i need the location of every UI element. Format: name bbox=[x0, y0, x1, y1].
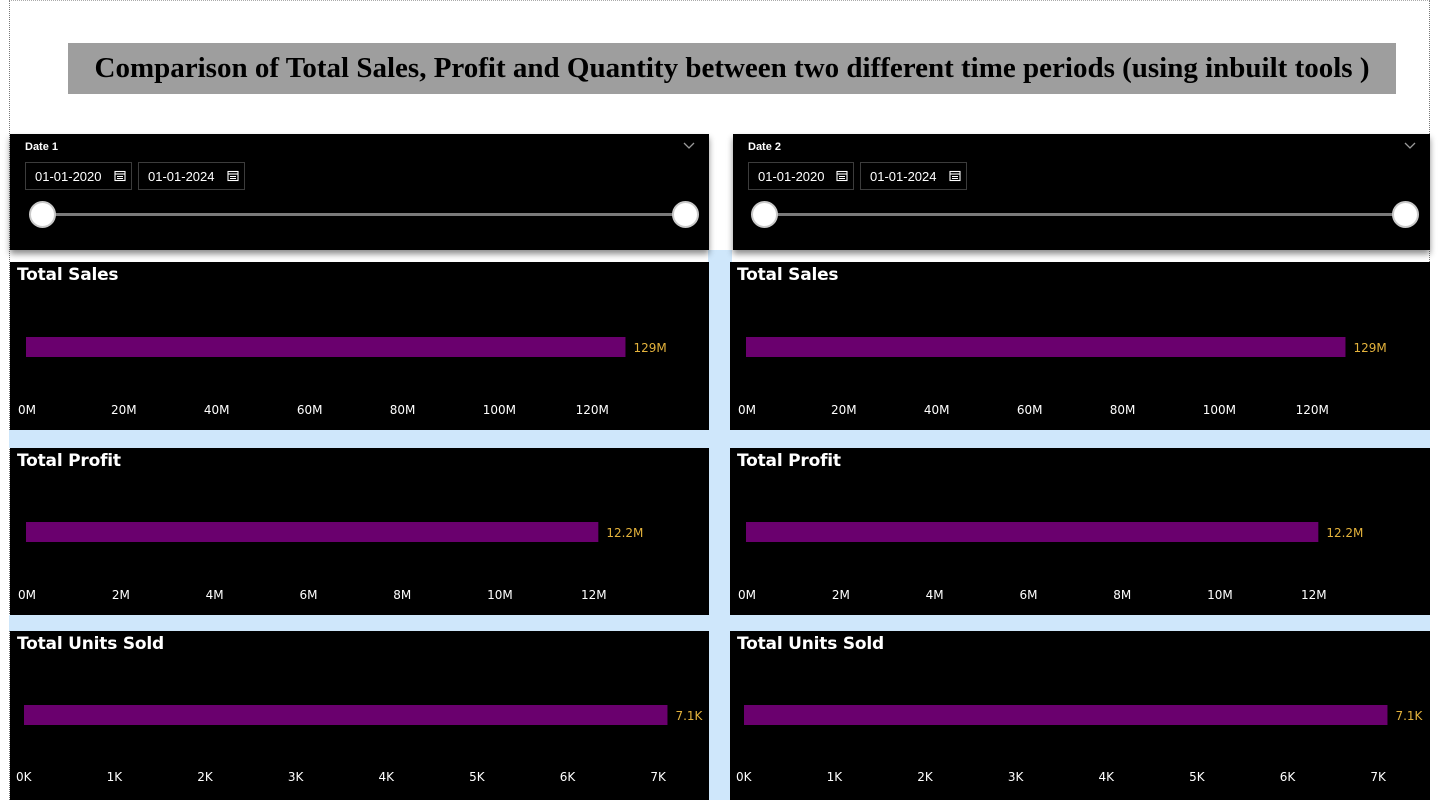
axis-tick-label: 10M bbox=[487, 588, 513, 602]
glow-divider-row2 bbox=[9, 615, 1430, 631]
axis-tick-label: 5K bbox=[1189, 770, 1206, 784]
axis-tick-label: 4K bbox=[379, 770, 396, 784]
axis-tick-label: 7K bbox=[1370, 770, 1387, 784]
chevron-down-icon[interactable] bbox=[682, 138, 696, 152]
range-slider-start-handle[interactable] bbox=[751, 201, 778, 228]
axis-tick-label: 2M bbox=[832, 588, 850, 602]
axis-tick-label: 8M bbox=[393, 588, 411, 602]
data-label: 129M bbox=[633, 341, 666, 355]
total-units-sold-chart: 7.1K 0K 1K 2K 3K 4K 5K 6K 7K bbox=[736, 705, 1424, 784]
total-sales-chart: 129M 0M 20M 40M 60M 80M 100M 120M bbox=[18, 337, 667, 417]
date-slicer-1: Date 1 01-01-2020 01-01-2024 bbox=[10, 134, 709, 250]
total-profit-chart: 12.2M 0M 2M 4M 6M 8M 10M 12M bbox=[738, 522, 1363, 602]
total-profit-chart: 12.2M 0M 2M 4M 6M 8M 10M 12M bbox=[18, 522, 643, 602]
data-label: 12.2M bbox=[1326, 526, 1363, 540]
axis-tick-label: 120M bbox=[576, 403, 609, 417]
data-label: 7.1K bbox=[1395, 709, 1423, 723]
axis-tick-label: 0M bbox=[738, 403, 756, 417]
axis-tick-label: 4M bbox=[206, 588, 224, 602]
total-units-sold-card-right[interactable]: Total Units Sold 7.1K 0K 1K 2K 3K 4K 5K 6K 7K bbox=[730, 631, 1430, 800]
start-date-input[interactable]: 01-01-2020 bbox=[748, 162, 854, 190]
axis-tick-label: 8M bbox=[1113, 588, 1131, 602]
data-label: 129M bbox=[1353, 341, 1386, 355]
calendar-icon[interactable] bbox=[114, 170, 126, 182]
axis-tick-label: 60M bbox=[1017, 403, 1043, 417]
chevron-down-icon[interactable] bbox=[1403, 138, 1417, 152]
axis-tick-label: 20M bbox=[831, 403, 857, 417]
axis-tick-label: 0M bbox=[18, 403, 36, 417]
axis-tick-label: 1K bbox=[827, 770, 844, 784]
axis-tick-label: 7K bbox=[650, 770, 667, 784]
axis-tick-label: 3K bbox=[288, 770, 305, 784]
bar[interactable] bbox=[744, 705, 1388, 725]
total-profit-card-left[interactable]: Total Profit 12.2M 0M 2M 4M 6M 8M 10M 12M bbox=[10, 448, 709, 615]
bar[interactable] bbox=[26, 337, 626, 357]
end-date-input[interactable]: 01-01-2024 bbox=[860, 162, 967, 190]
bar[interactable] bbox=[26, 522, 599, 542]
axis-tick-label: 120M bbox=[1296, 403, 1329, 417]
calendar-icon[interactable] bbox=[836, 170, 848, 182]
axis-tick-label: 3K bbox=[1008, 770, 1025, 784]
axis-tick-label: 1K bbox=[107, 770, 124, 784]
axis-tick-label: 0M bbox=[18, 588, 36, 602]
axis-tick-label: 20M bbox=[111, 403, 137, 417]
total-sales-chart: 129M 0M 20M 40M 60M 80M 100M 120M bbox=[738, 337, 1387, 417]
axis-tick-label: 80M bbox=[1110, 403, 1136, 417]
axis-tick-label: 0K bbox=[736, 770, 753, 784]
axis-tick-label: 12M bbox=[1301, 588, 1327, 602]
total-profit-card-right[interactable]: Total Profit 12.2M 0M 2M 4M 6M 8M 10M 12M bbox=[730, 448, 1430, 615]
axis-tick-label: 40M bbox=[924, 403, 950, 417]
axis-tick-label: 6K bbox=[560, 770, 577, 784]
axis-tick-label: 6M bbox=[1019, 588, 1037, 602]
start-date-value: 01-01-2020 bbox=[35, 168, 102, 184]
axis-tick-label: 2M bbox=[112, 588, 130, 602]
range-slider-track[interactable] bbox=[42, 213, 685, 216]
calendar-icon[interactable] bbox=[227, 170, 239, 182]
end-date-value: 01-01-2024 bbox=[148, 168, 215, 184]
axis-tick-label: 12M bbox=[581, 588, 607, 602]
bar[interactable] bbox=[746, 337, 1346, 357]
bar[interactable] bbox=[24, 705, 668, 725]
data-label: 7.1K bbox=[675, 709, 703, 723]
slicer-title: Date 2 bbox=[748, 141, 782, 153]
axis-tick-label: 2K bbox=[917, 770, 934, 784]
axis-tick-label: 4M bbox=[926, 588, 944, 602]
data-label: 12.2M bbox=[606, 526, 643, 540]
axis-tick-label: 2K bbox=[197, 770, 214, 784]
end-date-input[interactable]: 01-01-2024 bbox=[138, 162, 245, 190]
axis-tick-label: 100M bbox=[1203, 403, 1236, 417]
range-slider-track[interactable] bbox=[765, 213, 1405, 216]
total-sales-card-right[interactable]: Total Sales 129M 0M 20M 40M 60M 80M 100M 120M bbox=[730, 262, 1430, 430]
axis-tick-label: 10M bbox=[1207, 588, 1233, 602]
axis-tick-label: 5K bbox=[469, 770, 486, 784]
total-units-sold-card-left[interactable]: Total Units Sold 7.1K 0K 1K 2K 3K 4K 5K 6K 7K bbox=[10, 631, 709, 800]
axis-tick-label: 0M bbox=[738, 588, 756, 602]
axis-tick-label: 6K bbox=[1280, 770, 1297, 784]
range-slider-end-handle[interactable] bbox=[672, 201, 699, 228]
axis-tick-label: 0K bbox=[16, 770, 33, 784]
axis-tick-label: 100M bbox=[483, 403, 516, 417]
page-title: Comparison of Total Sales, Profit and Qu… bbox=[68, 43, 1396, 94]
date-slicer-2: Date 2 01-01-2020 01-01-2024 bbox=[733, 134, 1430, 250]
glow-divider-row1 bbox=[9, 430, 1430, 448]
axis-tick-label: 4K bbox=[1099, 770, 1116, 784]
start-date-input[interactable]: 01-01-2020 bbox=[25, 162, 132, 190]
axis-tick-label: 6M bbox=[299, 588, 317, 602]
bar[interactable] bbox=[746, 522, 1319, 542]
total-sales-card-left[interactable]: Total Sales 129M 0M 20M 40M 60M 80M 100M 120M bbox=[10, 262, 709, 430]
slicer-title: Date 1 bbox=[25, 141, 59, 153]
range-slider-end-handle[interactable] bbox=[1392, 201, 1419, 228]
axis-tick-label: 80M bbox=[390, 403, 416, 417]
start-date-value: 01-01-2020 bbox=[758, 168, 825, 184]
end-date-value: 01-01-2024 bbox=[870, 168, 937, 184]
range-slider-start-handle[interactable] bbox=[29, 201, 56, 228]
axis-tick-label: 40M bbox=[204, 403, 230, 417]
glow-divider-vertical bbox=[708, 250, 732, 800]
total-units-sold-chart: 7.1K 0K 1K 2K 3K 4K 5K 6K 7K bbox=[16, 705, 704, 784]
calendar-icon[interactable] bbox=[949, 170, 961, 182]
axis-tick-label: 60M bbox=[297, 403, 323, 417]
